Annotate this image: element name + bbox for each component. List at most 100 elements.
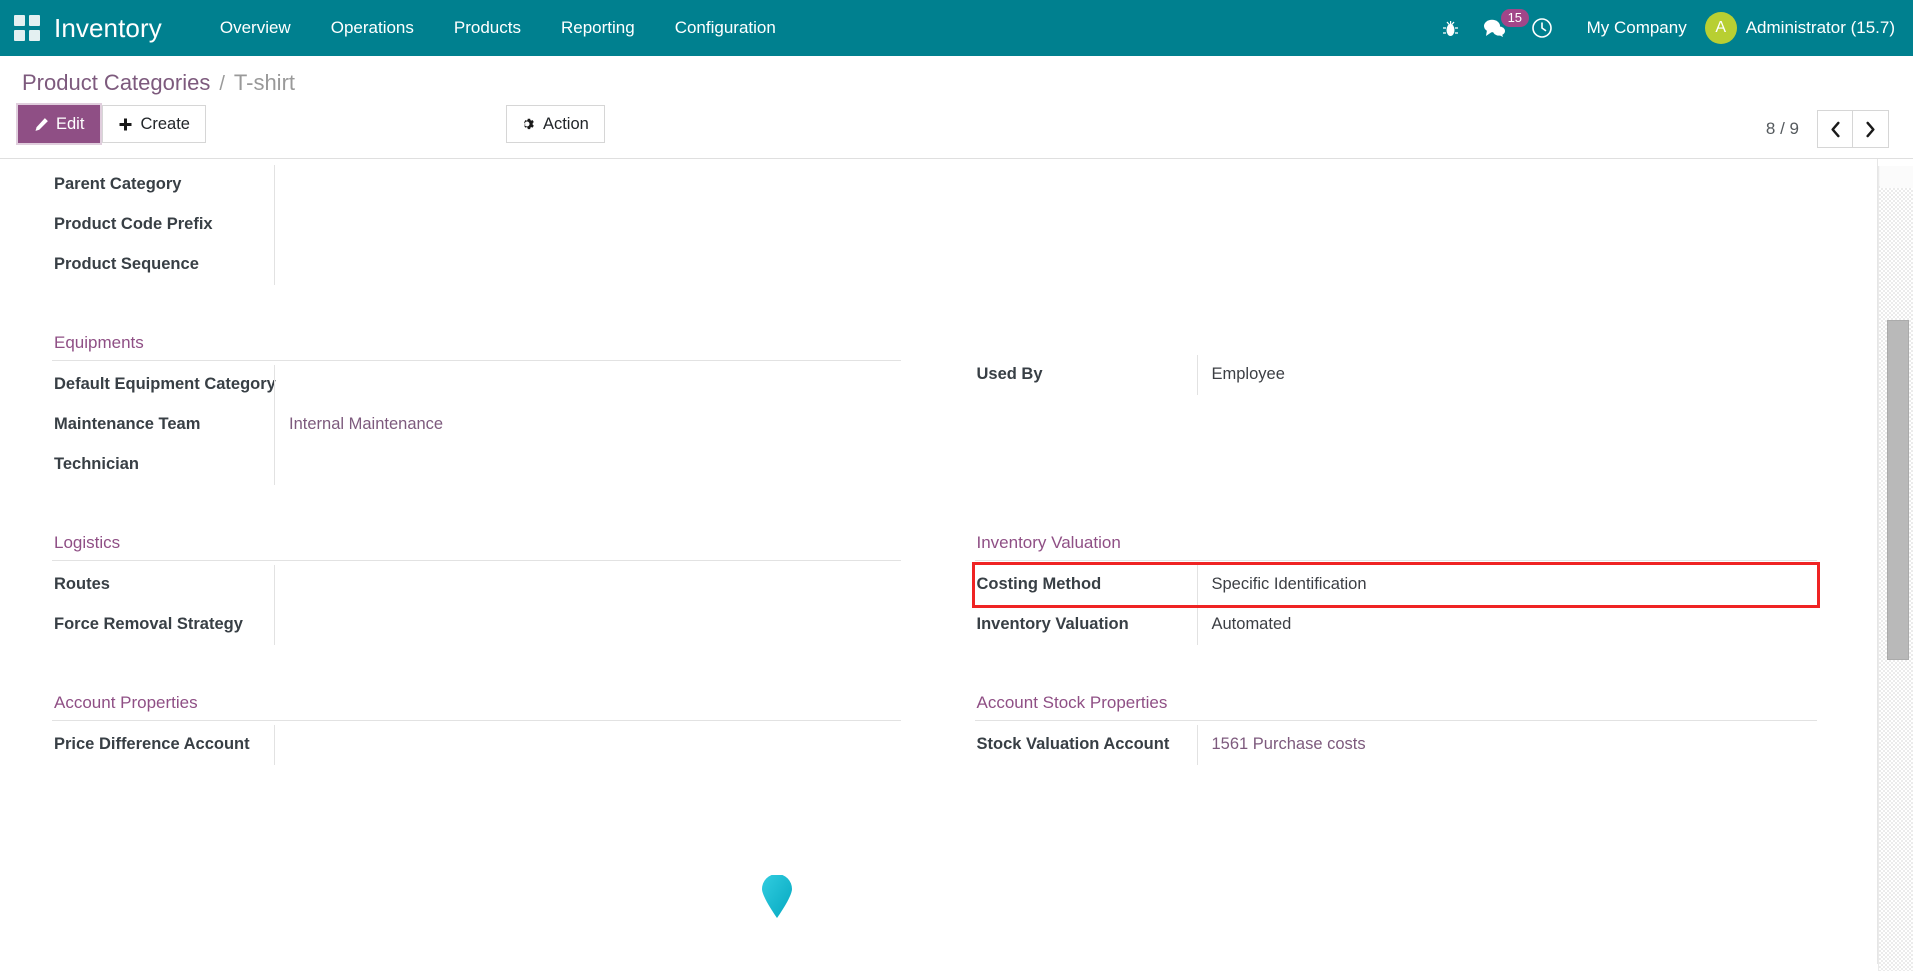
field-value[interactable] bbox=[274, 725, 901, 765]
navbar-systray: 15 My Company A Administrator (15.7) bbox=[1430, 0, 1903, 56]
breadcrumb-root-link[interactable]: Product Categories bbox=[22, 70, 210, 96]
apps-grid-square bbox=[14, 30, 25, 41]
edit-button[interactable]: Edit bbox=[18, 105, 100, 143]
field-label: Force Removal Strategy bbox=[52, 605, 274, 645]
clock-icon[interactable] bbox=[1531, 17, 1553, 39]
field-label: Maintenance Team bbox=[52, 405, 274, 445]
form-sheet: Parent Category Product Code Prefix Prod… bbox=[0, 159, 1877, 765]
inventory-valuation-column: Inventory Valuation Costing Method Speci… bbox=[935, 533, 1818, 645]
gear-icon bbox=[522, 117, 536, 131]
breadcrumb: Product Categories / T-shirt bbox=[0, 56, 1913, 104]
field-label: Parent Category bbox=[52, 165, 274, 205]
account-properties-column: Account Properties Price Difference Acco… bbox=[52, 693, 935, 765]
control-panel: Product Categories / T-shirt Edit Create bbox=[0, 56, 1913, 159]
field-value[interactable] bbox=[274, 205, 901, 245]
form-sheet-scroll-area[interactable]: Parent Category Product Code Prefix Prod… bbox=[0, 159, 1878, 964]
field-label: Inventory Valuation bbox=[975, 605, 1197, 645]
account-stock-properties-column: Account Stock Properties Stock Valuation… bbox=[935, 693, 1818, 765]
breadcrumb-current-record: T-shirt bbox=[234, 70, 295, 96]
group-title-logistics: Logistics bbox=[52, 533, 901, 561]
breadcrumb-separator: / bbox=[219, 73, 225, 96]
field-product-code-prefix[interactable]: Product Code Prefix bbox=[52, 205, 901, 245]
messages-icon[interactable]: 15 bbox=[1483, 18, 1507, 38]
bug-icon[interactable] bbox=[1442, 19, 1459, 38]
field-label: Routes bbox=[52, 565, 274, 605]
field-routes[interactable]: Routes bbox=[52, 565, 901, 605]
field-value[interactable] bbox=[274, 245, 901, 285]
menu-item-configuration[interactable]: Configuration bbox=[655, 0, 796, 56]
map-pin-cursor bbox=[760, 875, 794, 919]
group-account-properties: Account Properties Price Difference Acco… bbox=[52, 693, 1817, 765]
field-used-by[interactable]: Used By Employee bbox=[975, 355, 1818, 395]
field-value[interactable] bbox=[274, 605, 901, 645]
equipments-right-column: Used By Employee bbox=[935, 333, 1818, 485]
pager-buttons bbox=[1817, 110, 1889, 148]
avatar: A bbox=[1705, 12, 1737, 44]
field-price-difference-account[interactable]: Price Difference Account bbox=[52, 725, 901, 765]
field-product-sequence[interactable]: Product Sequence bbox=[52, 245, 901, 285]
field-technician[interactable]: Technician bbox=[52, 445, 901, 485]
top-fields-column: Parent Category Product Code Prefix Prod… bbox=[52, 165, 935, 285]
field-inventory-valuation[interactable]: Inventory Valuation Automated bbox=[975, 605, 1818, 645]
group-title-equipments: Equipments bbox=[52, 333, 901, 361]
scrollbar-thumb[interactable] bbox=[1887, 320, 1909, 660]
action-button[interactable]: Action bbox=[506, 105, 605, 143]
top-navbar: Inventory Overview Operations Products R… bbox=[0, 0, 1913, 56]
pencil-icon bbox=[34, 117, 49, 132]
group-title-inventory-valuation: Inventory Valuation bbox=[975, 533, 1818, 561]
action-button-label: Action bbox=[543, 115, 589, 134]
field-label: Product Sequence bbox=[52, 245, 274, 285]
field-label: Stock Valuation Account bbox=[975, 725, 1197, 765]
field-value[interactable] bbox=[274, 445, 901, 485]
field-costing-method[interactable]: Costing Method Specific Identification bbox=[975, 565, 1818, 605]
group-equipments: Equipments Default Equipment Category Ma… bbox=[52, 333, 1817, 485]
menu-item-products[interactable]: Products bbox=[434, 0, 541, 56]
pager-next-button[interactable] bbox=[1853, 110, 1889, 148]
field-value[interactable]: Internal Maintenance bbox=[274, 405, 901, 445]
group-spacer bbox=[975, 333, 1818, 355]
apps-grid-icon[interactable] bbox=[14, 15, 40, 41]
field-value[interactable]: Employee bbox=[1197, 355, 1818, 395]
menu-item-operations[interactable]: Operations bbox=[311, 0, 434, 56]
group-logistics-valuation: Logistics Routes Force Removal Strategy … bbox=[52, 533, 1817, 645]
field-force-removal-strategy[interactable]: Force Removal Strategy bbox=[52, 605, 901, 645]
field-label: Default Equipment Category bbox=[52, 365, 274, 405]
field-value[interactable] bbox=[274, 565, 901, 605]
main-menu: Overview Operations Products Reporting C… bbox=[200, 0, 796, 56]
top-fields-group: Parent Category Product Code Prefix Prod… bbox=[52, 165, 1817, 285]
field-parent-category[interactable]: Parent Category bbox=[52, 165, 901, 205]
field-label: Product Code Prefix bbox=[52, 205, 274, 245]
field-value[interactable] bbox=[274, 165, 901, 205]
company-switcher[interactable]: My Company bbox=[1587, 18, 1687, 38]
account-properties-columns: Account Properties Price Difference Acco… bbox=[52, 693, 1817, 765]
edit-button-label: Edit bbox=[56, 115, 84, 134]
apps-grid-square bbox=[29, 15, 40, 26]
create-button[interactable]: Create bbox=[102, 105, 206, 143]
menu-item-reporting[interactable]: Reporting bbox=[541, 0, 655, 56]
pager-previous-button[interactable] bbox=[1817, 110, 1853, 148]
field-value[interactable]: 1561 Purchase costs bbox=[1197, 725, 1818, 765]
app-brand-inventory[interactable]: Inventory bbox=[54, 13, 162, 44]
field-maintenance-team[interactable]: Maintenance Team Internal Maintenance bbox=[52, 405, 901, 445]
user-menu[interactable]: A Administrator (15.7) bbox=[1705, 12, 1895, 44]
logistics-column: Logistics Routes Force Removal Strategy bbox=[52, 533, 935, 645]
field-value[interactable] bbox=[274, 365, 901, 405]
group-title-account-stock-properties: Account Stock Properties bbox=[975, 693, 1818, 721]
field-default-equipment-category[interactable]: Default Equipment Category bbox=[52, 365, 901, 405]
apps-grid-square bbox=[14, 15, 25, 26]
field-label: Price Difference Account bbox=[52, 725, 274, 765]
field-label: Costing Method bbox=[975, 565, 1197, 605]
field-value[interactable]: Specific Identification bbox=[1197, 565, 1818, 605]
scrollbar-top-cap bbox=[1880, 166, 1913, 188]
vertical-scrollbar[interactable] bbox=[1878, 166, 1913, 971]
user-name-label: Administrator (15.7) bbox=[1746, 18, 1895, 38]
plus-icon bbox=[118, 117, 133, 132]
menu-item-overview[interactable]: Overview bbox=[200, 0, 311, 56]
field-label: Used By bbox=[975, 355, 1197, 395]
pager-counter: 8 / 9 bbox=[1766, 119, 1799, 139]
field-value[interactable]: Automated bbox=[1197, 605, 1818, 645]
field-stock-valuation-account[interactable]: Stock Valuation Account 1561 Purchase co… bbox=[975, 725, 1818, 765]
messages-badge-count: 15 bbox=[1501, 9, 1529, 27]
equipments-left-column: Equipments Default Equipment Category Ma… bbox=[52, 333, 935, 485]
group-title-account-properties: Account Properties bbox=[52, 693, 901, 721]
